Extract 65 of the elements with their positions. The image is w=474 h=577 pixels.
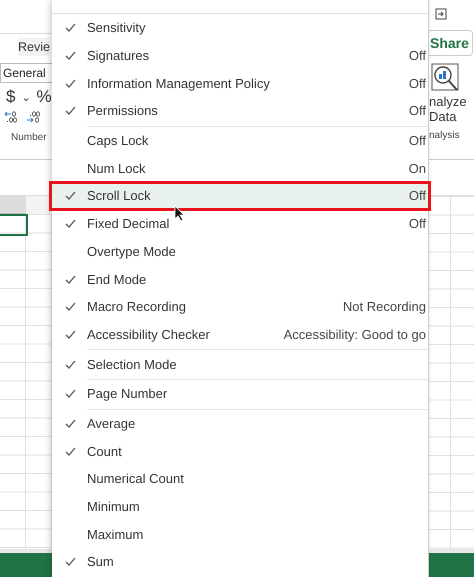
selected-cell[interactable] bbox=[0, 214, 28, 236]
item-label: Average bbox=[87, 416, 136, 431]
menu-item[interactable]: Selection Mode bbox=[52, 350, 428, 378]
menu-item[interactable]: Macro Recording Not Recording bbox=[52, 292, 428, 321]
item-label: Overtype Mode bbox=[87, 244, 177, 259]
status-bar bbox=[429, 549, 474, 577]
item-label: Page Number bbox=[87, 386, 168, 402]
item-label: Num Lock bbox=[87, 160, 147, 176]
window-icon bbox=[435, 8, 447, 20]
percent-button[interactable]: % bbox=[36, 87, 52, 107]
menu-item[interactable]: Fixed Decimal Off bbox=[52, 210, 428, 238]
decrease-decimal-icon bbox=[26, 110, 42, 124]
menu-item[interactable]: Minimum bbox=[52, 492, 428, 520]
menu-item[interactable]: Sensitivity bbox=[52, 14, 428, 42]
mouse-pointer-icon bbox=[174, 205, 186, 221]
menu-item[interactable]: Page Number bbox=[52, 380, 428, 408]
item-label: End Mode bbox=[87, 272, 148, 287]
item-label: Caps Lock bbox=[87, 133, 150, 148]
menu-item[interactable]: Num Lock On bbox=[52, 154, 428, 182]
item-label: Maximum bbox=[87, 526, 144, 542]
item-label: Sum bbox=[87, 554, 115, 570]
item-label: Scroll Lock bbox=[87, 188, 152, 204]
menu-item[interactable]: Caps Lock Off bbox=[52, 126, 428, 154]
menu-item[interactable]: Signatures Off bbox=[52, 42, 428, 70]
menu-item[interactable]: Numerical Count bbox=[52, 465, 428, 493]
item-value: Off bbox=[408, 188, 426, 204]
item-value: On bbox=[408, 160, 426, 176]
dropdown-button[interactable]: ⌄ bbox=[21, 90, 30, 104]
item-value: Not Recording bbox=[342, 299, 426, 314]
currency-button[interactable]: $ bbox=[6, 87, 16, 107]
item-value: Off bbox=[408, 48, 426, 64]
item-label: Permissions bbox=[87, 103, 159, 118]
share-button[interactable]: Share bbox=[429, 30, 473, 56]
item-label: Selection Mode bbox=[87, 356, 178, 372]
ribbon-tab[interactable]: Revie bbox=[18, 38, 50, 56]
group-label: nalysis bbox=[429, 130, 461, 141]
menu-item[interactable]: Overtype Mode bbox=[52, 238, 428, 266]
menu-item[interactable]: Count bbox=[52, 437, 428, 465]
item-label: Minimum bbox=[87, 499, 141, 514]
menu-item[interactable]: Average bbox=[52, 410, 428, 438]
group-label: Number bbox=[10, 132, 48, 143]
menu-item[interactable]: Maximum bbox=[52, 520, 428, 548]
item-label: Information Management Policy bbox=[87, 76, 271, 91]
item-label: Fixed Decimal bbox=[87, 216, 170, 232]
item-label: Macro Recording bbox=[87, 299, 187, 314]
item-value: Off bbox=[408, 216, 426, 232]
item-label: Sensitivity bbox=[87, 20, 147, 36]
item-value: Off bbox=[408, 76, 426, 91]
item-label: Numerical Count bbox=[87, 471, 185, 486]
menu-item[interactable]: Information Management Policy Off bbox=[52, 69, 428, 98]
menu-item[interactable]: Accessibility Checker Accessibility: Good to go bbox=[52, 320, 428, 348]
menu-item[interactable]: Sum bbox=[52, 548, 428, 576]
item-label: Signatures bbox=[87, 48, 150, 64]
item-label: Count bbox=[87, 444, 123, 459]
menu-item[interactable]: Permissions Off bbox=[52, 97, 428, 125]
menu-item[interactable]: Scroll Lock Off bbox=[52, 182, 428, 210]
button-label[interactable]: nalyze bbox=[429, 94, 474, 109]
button-label[interactable]: Data bbox=[429, 109, 474, 124]
item-label: Accessibility Checker bbox=[87, 326, 211, 342]
item-value: Off bbox=[408, 103, 426, 118]
menu-item[interactable]: End Mode bbox=[52, 265, 428, 293]
item-value: Off bbox=[408, 133, 426, 148]
increase-decimal-icon bbox=[4, 110, 20, 124]
status-bar bbox=[0, 549, 52, 577]
item-value: Accessibility: Good to go bbox=[284, 326, 426, 342]
